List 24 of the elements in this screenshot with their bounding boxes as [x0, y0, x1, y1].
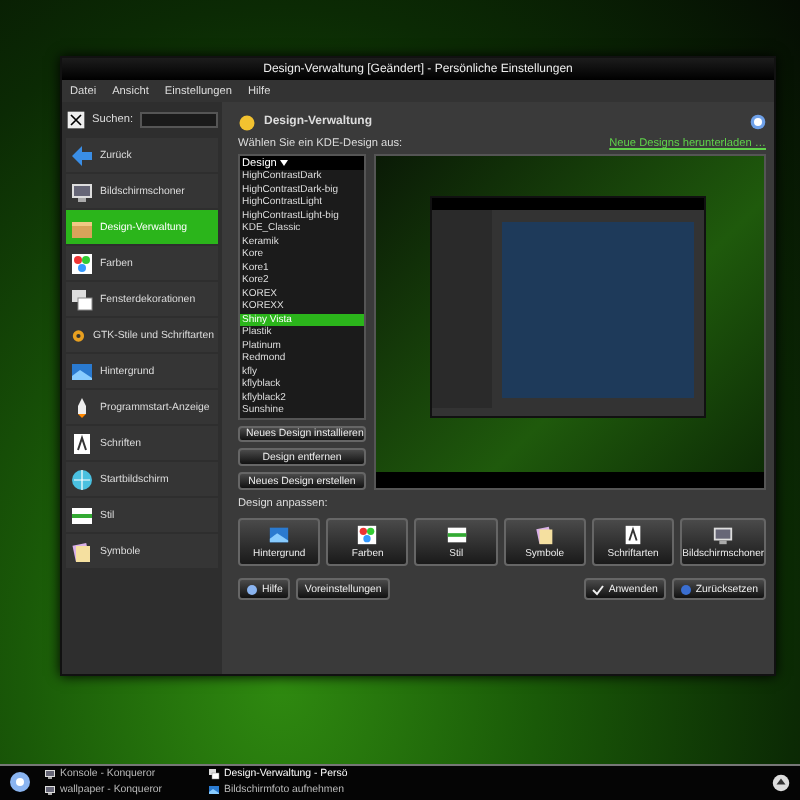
search-field[interactable] [139, 112, 218, 128]
monitor-icon [44, 784, 56, 796]
document-icon [622, 524, 645, 546]
clear-icon[interactable] [66, 110, 86, 130]
document-icon [70, 431, 94, 455]
monitor-icon [44, 768, 56, 780]
windows-icon [208, 768, 220, 780]
eject-icon[interactable] [772, 773, 790, 791]
globe-icon [70, 467, 94, 491]
palette-icon [70, 251, 94, 275]
window-icon [70, 503, 94, 527]
cards-icon [533, 524, 556, 546]
monitor-icon [712, 524, 735, 546]
arrow-left-icon [70, 143, 94, 167]
sort-arrow-icon [280, 159, 289, 167]
cards-icon [70, 539, 94, 563]
picture-icon [208, 784, 220, 796]
checkmark-icon [592, 583, 605, 595]
picture-icon [70, 359, 94, 383]
windows-icon [70, 287, 94, 311]
window-icon [445, 524, 468, 546]
picture-icon [268, 524, 291, 546]
monitor-icon [70, 179, 94, 203]
palette-icon [356, 524, 379, 546]
